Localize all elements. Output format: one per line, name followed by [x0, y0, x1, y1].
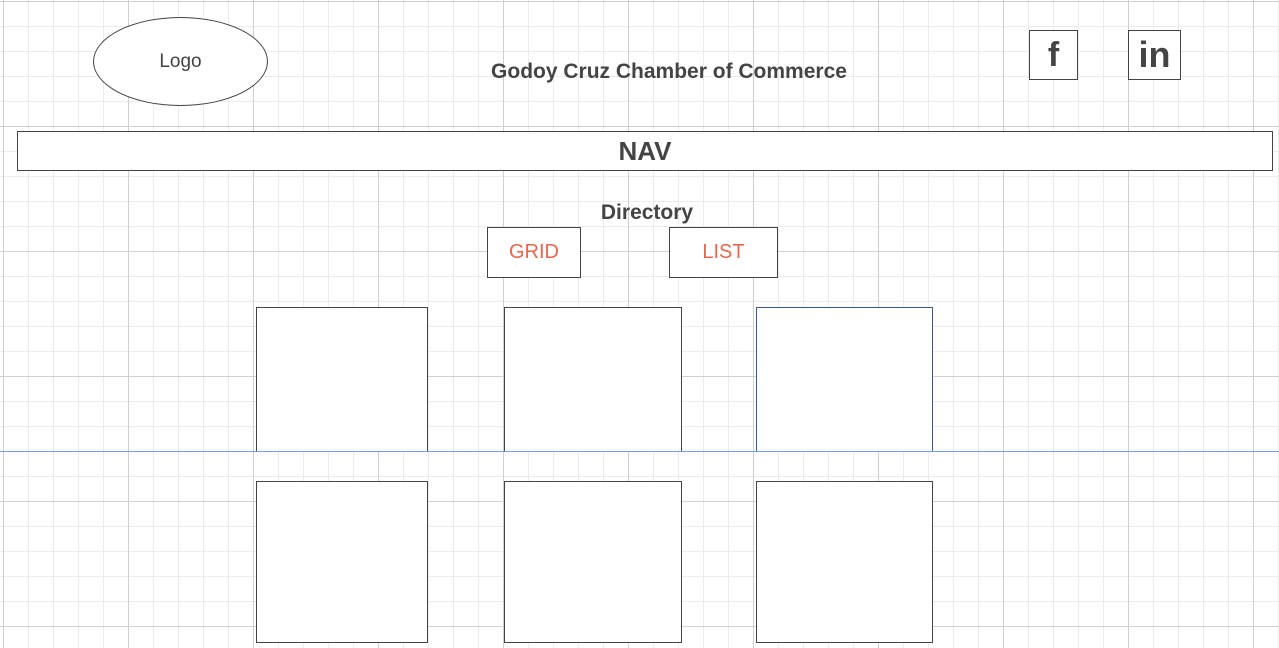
directory-card[interactable] — [504, 481, 682, 643]
facebook-icon[interactable]: f — [1029, 30, 1078, 80]
linkedin-label: in — [1138, 34, 1171, 75]
linkedin-icon[interactable]: in — [1128, 30, 1181, 80]
logo-label: Logo — [159, 50, 202, 72]
directory-card-selected[interactable] — [756, 307, 933, 452]
directory-card[interactable] — [256, 307, 428, 452]
directory-card[interactable] — [504, 307, 682, 452]
nav-label: NAV — [618, 135, 672, 166]
grid-view-label: GRID — [509, 241, 559, 263]
list-view-label: LIST — [702, 241, 745, 263]
grid-view-button[interactable]: GRID — [487, 227, 581, 278]
facebook-label: f — [1047, 35, 1060, 74]
list-view-button[interactable]: LIST — [669, 227, 778, 278]
directory-title: Directory — [600, 201, 694, 224]
directory-card[interactable] — [756, 481, 933, 643]
nav-bar[interactable]: NAV — [17, 131, 1273, 171]
site-title: Godoy Cruz Chamber of Commerce — [491, 60, 847, 83]
logo[interactable]: Logo — [93, 17, 268, 106]
alignment-guide-line — [0, 451, 1279, 452]
directory-card[interactable] — [256, 481, 428, 643]
